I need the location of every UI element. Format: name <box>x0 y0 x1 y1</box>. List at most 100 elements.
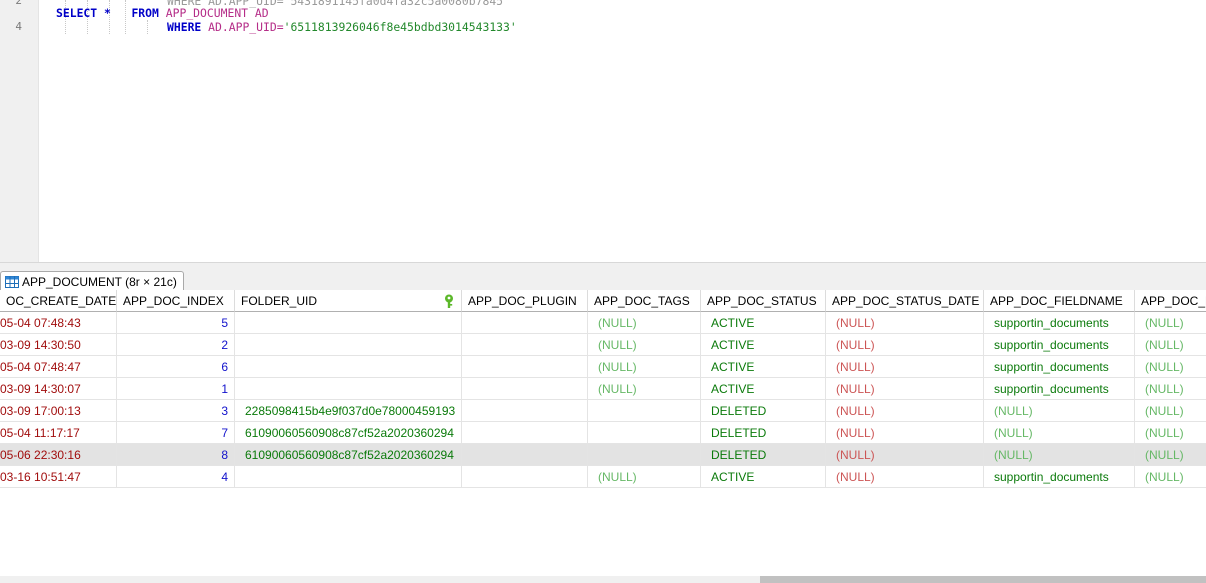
horizontal-scrollbar[interactable] <box>0 576 1206 583</box>
scrollbar-thumb[interactable] <box>760 576 1206 583</box>
grid-cell[interactable]: (NULL) <box>1135 356 1206 378</box>
grid-cell[interactable] <box>462 312 588 334</box>
grid-cell[interactable] <box>235 356 462 378</box>
grid-cell[interactable]: 1 <box>117 378 235 400</box>
grid-cell[interactable] <box>462 334 588 356</box>
grid-cell[interactable]: ACTIVE <box>701 378 826 400</box>
grid-cell[interactable]: 6 <box>117 356 235 378</box>
grid-cell[interactable] <box>462 466 588 488</box>
column-header[interactable]: FOLDER_UID <box>235 290 462 312</box>
grid-cell[interactable]: (NULL) <box>588 356 701 378</box>
result-tab-label: APP_DOCUMENT (8r × 21c) <box>22 274 177 289</box>
result-tab-strip: APP_DOCUMENT (8r × 21c) <box>0 262 1206 291</box>
grid-cell[interactable]: (NULL) <box>1135 444 1206 466</box>
grid-cell[interactable]: supportin_documents <box>984 356 1135 378</box>
grid-cell[interactable] <box>588 400 701 422</box>
keyword-select: SELECT <box>56 6 98 20</box>
grid-cell[interactable]: 05-06 22:30:16 <box>0 444 117 466</box>
grid-cell[interactable]: (NULL) <box>588 466 701 488</box>
grid-cell[interactable]: 61090060560908c87cf52a2020360294 <box>235 444 462 466</box>
code-line-where: WHERE AD.APP_UID='6511813926046f8e45bdbd… <box>167 20 517 34</box>
grid-cell[interactable] <box>235 378 462 400</box>
column-header-label: APP_DOC_INDEX <box>123 294 224 308</box>
grid-cell[interactable]: (NULL) <box>984 422 1135 444</box>
grid-cell[interactable]: ACTIVE <box>701 334 826 356</box>
column-header[interactable]: APP_DOC_FIELDNAME <box>984 290 1135 312</box>
grid-cell[interactable]: (NULL) <box>588 334 701 356</box>
column-header[interactable]: APP_DOC_INDEX <box>117 290 235 312</box>
grid-cell[interactable]: (NULL) <box>1135 466 1206 488</box>
column-header[interactable]: APP_DOC_STATUS <box>701 290 826 312</box>
table-identifier: APP_DOCUMENT AD <box>165 6 269 20</box>
result-tab[interactable]: APP_DOCUMENT (8r × 21c) <box>0 271 184 291</box>
grid-cell[interactable]: supportin_documents <box>984 378 1135 400</box>
grid-cell[interactable]: 61090060560908c87cf52a2020360294 <box>235 422 462 444</box>
grid-cell[interactable]: 05-04 07:48:47 <box>0 356 117 378</box>
grid-cell[interactable] <box>462 422 588 444</box>
column-header-label: OC_CREATE_DATE <box>6 294 117 308</box>
grid-cell[interactable] <box>588 422 701 444</box>
grid-cell[interactable]: (NULL) <box>826 444 984 466</box>
grid-cell[interactable]: ACTIVE <box>701 312 826 334</box>
grid-cell[interactable] <box>462 400 588 422</box>
grid-cell[interactable]: (NULL) <box>1135 422 1206 444</box>
grid-cell[interactable]: 4 <box>117 466 235 488</box>
grid-cell[interactable]: 7 <box>117 422 235 444</box>
grid-cell[interactable]: 05-04 07:48:43 <box>0 312 117 334</box>
grid-cell[interactable]: supportin_documents <box>984 312 1135 334</box>
column-header-label: APP_DOC_STATUS <box>707 294 817 308</box>
grid-cell[interactable] <box>462 444 588 466</box>
grid-cell[interactable]: supportin_documents <box>984 334 1135 356</box>
grid-cell[interactable]: (NULL) <box>826 312 984 334</box>
sql-editor[interactable]: 2 4 WHERE AD.APP_UID='5431891145fa0d4fa3… <box>0 0 1206 262</box>
line-number-gutter: 2 4 <box>0 0 39 262</box>
grid-cell[interactable]: 8 <box>117 444 235 466</box>
grid-cell[interactable]: (NULL) <box>588 312 701 334</box>
grid-cell[interactable]: 3 <box>117 400 235 422</box>
grid-cell[interactable] <box>235 466 462 488</box>
column-header[interactable]: APP_DOC_TAGS <box>588 290 701 312</box>
column-header[interactable]: APP_DOC_PLUGIN <box>462 290 588 312</box>
column-header[interactable]: APP_DOC_STATUS_DATE <box>826 290 984 312</box>
grid-cell[interactable]: 5 <box>117 312 235 334</box>
grid-cell[interactable]: (NULL) <box>984 444 1135 466</box>
grid-cell[interactable]: 2285098415b4e9f037d0e78000459193 <box>235 400 462 422</box>
column-header[interactable]: OC_CREATE_DATE <box>0 290 117 312</box>
grid-cell[interactable]: (NULL) <box>826 400 984 422</box>
grid-cell[interactable]: (NULL) <box>1135 400 1206 422</box>
line-number: 2 <box>15 0 22 7</box>
grid-cell[interactable]: (NULL) <box>588 378 701 400</box>
grid-cell[interactable]: 03-16 10:51:47 <box>0 466 117 488</box>
grid-cell[interactable]: DELETED <box>701 444 826 466</box>
grid-cell[interactable] <box>235 334 462 356</box>
grid-cell[interactable]: 03-09 17:00:13 <box>0 400 117 422</box>
grid-cell[interactable]: (NULL) <box>826 334 984 356</box>
grid-cell[interactable]: ACTIVE <box>701 356 826 378</box>
grid-cell[interactable] <box>235 312 462 334</box>
grid-cell[interactable]: DELETED <box>701 400 826 422</box>
table-grid-icon <box>5 275 19 288</box>
grid-cell[interactable]: (NULL) <box>1135 378 1206 400</box>
grid-cell[interactable]: 03-09 14:30:07 <box>0 378 117 400</box>
grid-cell[interactable]: 2 <box>117 334 235 356</box>
column-identifier: AD.APP_UID= <box>208 20 284 34</box>
grid-cell[interactable]: 05-04 11:17:17 <box>0 422 117 444</box>
column-header-label: FOLDER_UID <box>241 294 318 308</box>
grid-cell[interactable] <box>462 356 588 378</box>
grid-cell[interactable]: (NULL) <box>984 400 1135 422</box>
grid-cell[interactable]: DELETED <box>701 422 826 444</box>
primary-key-icon <box>445 294 453 308</box>
grid-cell[interactable]: (NULL) <box>1135 334 1206 356</box>
grid-cell[interactable]: (NULL) <box>826 378 984 400</box>
grid-cell[interactable]: 03-09 14:30:50 <box>0 334 117 356</box>
grid-cell[interactable]: (NULL) <box>1135 312 1206 334</box>
grid-cell[interactable]: ACTIVE <box>701 466 826 488</box>
grid-cell[interactable]: supportin_documents <box>984 466 1135 488</box>
grid-cell[interactable]: (NULL) <box>826 466 984 488</box>
grid-cell[interactable] <box>462 378 588 400</box>
indent-guide <box>147 20 148 34</box>
grid-cell[interactable]: (NULL) <box>826 356 984 378</box>
grid-cell[interactable] <box>588 444 701 466</box>
grid-cell[interactable]: (NULL) <box>826 422 984 444</box>
column-header[interactable]: APP_DOC_D <box>1135 290 1206 312</box>
